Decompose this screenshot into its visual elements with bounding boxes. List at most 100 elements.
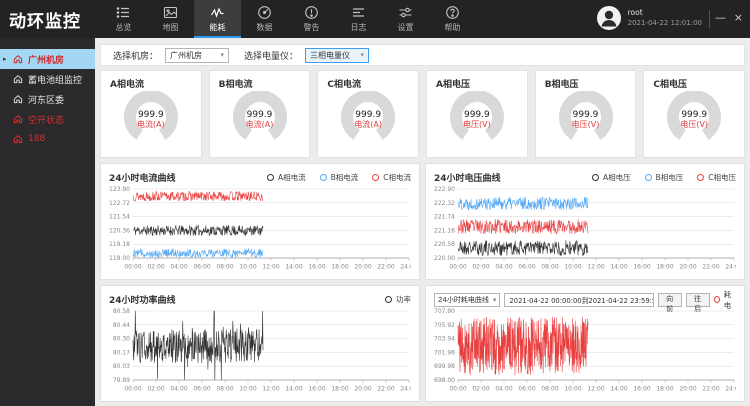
svg-text:06:00: 06:00 (518, 264, 535, 271)
gauge-unit-label: 电流(A) (318, 120, 418, 130)
svg-text:222.32: 222.32 (434, 200, 455, 207)
tab-overview[interactable]: 总览 (100, 0, 147, 38)
svg-text:80.03: 80.03 (113, 363, 130, 370)
svg-text:22:00: 22:00 (377, 386, 394, 393)
minimize-button[interactable]: — (715, 11, 726, 25)
gauge-title: B相电压 (545, 77, 579, 90)
gauge-value: 999.9 (644, 110, 744, 120)
svg-text:10:00: 10:00 (239, 386, 256, 393)
legend-item[interactable]: A相电压 (592, 172, 631, 183)
filter-strip: 选择机房： 广州机房 ▾ 选择电量仪： 三相电量仪 ▾ (100, 44, 745, 66)
legend-item[interactable]: A相电流 (267, 172, 306, 183)
nav-label: 帮助 (445, 22, 461, 33)
meter-select[interactable]: 三相电量仪 ▾ (305, 48, 369, 63)
svg-text:24:00: 24:00 (725, 386, 736, 393)
sidebar-item-battery-group-monitor[interactable]: 蓄电池组监控 (0, 69, 95, 89)
meter-select-label: 选择电量仪： (244, 49, 298, 62)
svg-text:5707.90: 5707.90 (434, 308, 455, 315)
tab-energy[interactable]: 能耗 (194, 0, 241, 38)
room-select-label: 选择机房： (113, 49, 158, 62)
prev-button[interactable]: 向前 (658, 293, 682, 307)
sidebar-item-breaker-status[interactable]: 空开状态 (0, 109, 95, 129)
tab-map[interactable]: 地图 (147, 0, 194, 38)
svg-text:04:00: 04:00 (170, 264, 187, 271)
svg-text:08:00: 08:00 (541, 386, 558, 393)
legend-label: C相电压 (708, 172, 736, 183)
svg-text:10:00: 10:00 (564, 264, 581, 271)
user-meta: root 2021-04-22 12:01:00 (628, 8, 702, 28)
user-avatar-icon (596, 5, 622, 31)
legend-item[interactable]: C相电压 (697, 172, 736, 183)
tab-data[interactable]: 数据 (241, 0, 288, 38)
svg-text:18:00: 18:00 (656, 386, 673, 393)
tab-help[interactable]: 帮助 (429, 0, 476, 38)
sidebar-item-room-188[interactable]: 188 (0, 129, 95, 149)
svg-text:14:00: 14:00 (285, 386, 302, 393)
chart-panel-current-curve: 24小时电流曲线A相电流B相电流C相电流123.90122.72121.5412… (100, 163, 420, 280)
sidebar-item-label: 蓄电池组监控 (28, 73, 82, 86)
user-block[interactable]: root 2021-04-22 12:01:00 (596, 5, 702, 31)
tab-alerts[interactable]: 警告 (288, 0, 335, 38)
gauge-value: 999.9 (318, 110, 418, 120)
gauge-card-5: C相电压999.9电压(V) (643, 70, 745, 158)
legend-ring-icon (372, 174, 379, 181)
svg-text:5698.00: 5698.00 (434, 377, 455, 384)
legend-ring-icon (697, 174, 704, 181)
svg-text:14:00: 14:00 (610, 264, 627, 271)
svg-text:00:00: 00:00 (449, 264, 466, 271)
chevron-down-icon: ▾ (221, 51, 225, 59)
chart-title: 24小时电压曲线 (434, 171, 501, 184)
svg-text:22:00: 22:00 (377, 264, 394, 271)
sidebar-item-guangzhou-room[interactable]: ▸广州机房 (0, 49, 95, 69)
gauge-card-2: C相电流999.9电流(A) (317, 70, 419, 158)
legend-item[interactable]: B相电压 (645, 172, 684, 183)
list-icon (116, 5, 131, 20)
svg-text:119.18: 119.18 (109, 241, 130, 248)
tab-logs[interactable]: 日志 (335, 0, 382, 38)
legend-label: 功率 (396, 294, 411, 305)
svg-text:02:00: 02:00 (472, 264, 489, 271)
gauge-readout: 999.9电流(A) (210, 110, 310, 130)
svg-text:08:00: 08:00 (216, 264, 233, 271)
top-nav: 总览地图能耗数据警告日志设置帮助 (100, 0, 476, 38)
energy-curve-icon (210, 5, 225, 20)
svg-text:80.30: 80.30 (113, 336, 130, 343)
svg-text:24:00: 24:00 (725, 264, 736, 271)
settings-icon (398, 5, 413, 20)
chart-title: 24小时功率曲线 (109, 293, 176, 306)
svg-text:80.44: 80.44 (113, 322, 130, 329)
gauge-readout: 999.9电流(A) (318, 110, 418, 130)
gauge-card-4: B相电压999.9电压(V) (535, 70, 637, 158)
gauge-unit-label: 电流(A) (101, 120, 201, 130)
chart-legend: 耗电 (714, 289, 736, 311)
gauge-readout: 999.9电压(V) (644, 110, 744, 130)
legend-item[interactable]: 功率 (385, 294, 411, 305)
tab-settings[interactable]: 设置 (382, 0, 429, 38)
gauge-value: 999.9 (210, 110, 310, 120)
svg-text:14:00: 14:00 (285, 264, 302, 271)
svg-text:20:00: 20:00 (679, 386, 696, 393)
next-button[interactable]: 往后 (686, 293, 710, 307)
svg-text:08:00: 08:00 (541, 264, 558, 271)
svg-text:24:00: 24:00 (400, 264, 411, 271)
legend-ring-icon (592, 174, 599, 181)
gauge-card-0: A相电流999.9电流(A) (100, 70, 202, 158)
meter-select-value: 三相电量仪 (310, 50, 350, 61)
chart-panel-voltage-curve: 24小时电压曲线 A相电压 B相电压 C相电压 222.90222.32221.7422… (425, 163, 745, 280)
legend-item[interactable]: C相电流 (372, 172, 411, 183)
home-icon (13, 114, 23, 124)
date-range-input[interactable]: 2021-04-22 00:00:00到2021-04-22 23:59:59 (504, 293, 653, 307)
legend-ring-icon (645, 174, 652, 181)
close-button[interactable]: × (734, 11, 743, 25)
gauge-unit-label: 电压(V) (536, 120, 636, 130)
gauge-unit-label: 电压(V) (427, 120, 527, 130)
chart-plot: 222.90222.32221.74221.16220.58220.0000:0… (434, 186, 736, 273)
legend-item[interactable]: 耗电 (714, 289, 736, 311)
legend-item[interactable]: B相电流 (320, 172, 359, 183)
home-icon (13, 54, 23, 64)
sidebar-item-hedong-committee[interactable]: 河东区委 (0, 89, 95, 109)
svg-text:10:00: 10:00 (564, 386, 581, 393)
curve-type-select[interactable]: 24小时耗电曲线▾ (434, 293, 500, 307)
room-select[interactable]: 广州机房 ▾ (165, 48, 229, 63)
svg-text:80.58: 80.58 (113, 308, 130, 315)
